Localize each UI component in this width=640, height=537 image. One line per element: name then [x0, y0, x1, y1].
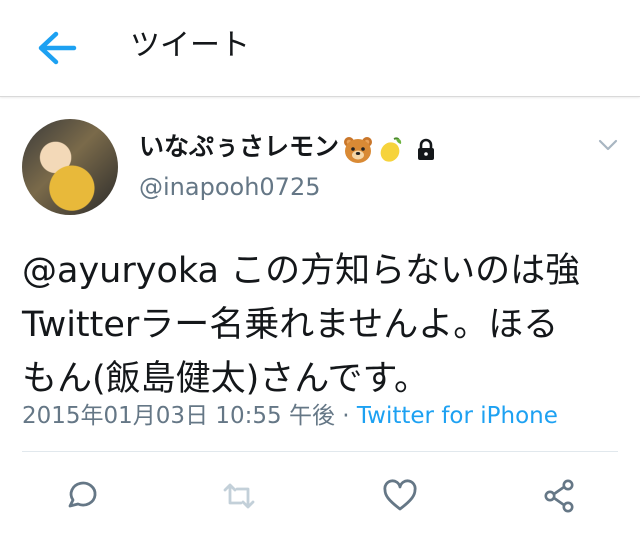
chevron-down-icon[interactable]: [596, 136, 620, 154]
meta-separator: ·: [334, 403, 357, 429]
back-button[interactable]: [34, 28, 78, 68]
bear-emoji-icon: [344, 137, 372, 163]
tweet-text: @ayuryoka この方知らないのは強 Twitterラー名乗れませんよ。ほる…: [22, 244, 622, 406]
reply-button[interactable]: [60, 476, 100, 516]
retweet-button[interactable]: [219, 476, 259, 516]
lock-icon: [418, 138, 434, 160]
like-button[interactable]: [380, 476, 420, 516]
share-icon: [544, 479, 574, 513]
timestamp: 2015年01月03日 10:55 午後: [22, 403, 335, 429]
user-handle: @inapooh0725: [139, 173, 321, 201]
source-link[interactable]: Twitter for iPhone: [357, 403, 558, 429]
tweet-meta: 2015年01月03日 10:55 午後 · Twitter for iPhon…: [22, 400, 558, 432]
share-button[interactable]: [540, 476, 580, 516]
reply-icon: [68, 481, 97, 508]
arrow-left-icon: [38, 31, 77, 65]
top-bar: ツイート: [0, 0, 640, 97]
tweet-text-line1: この方知らないのは強: [218, 251, 581, 291]
heart-icon: [383, 479, 417, 511]
avatar[interactable]: [22, 119, 118, 215]
retweet-icon: [223, 483, 255, 509]
mention-link[interactable]: @ayuryoka: [22, 251, 219, 291]
tweet-text-line2: Twitterラー名乗れませんよ。ほる: [22, 305, 559, 345]
tweet-text-line3: もん(飯島健太)さんです。: [22, 359, 430, 399]
user-name: いなぷぅさレモン: [139, 132, 340, 161]
lemon-emoji-icon: [380, 137, 402, 162]
divider: [22, 451, 618, 452]
page-title: ツイート: [130, 28, 250, 63]
